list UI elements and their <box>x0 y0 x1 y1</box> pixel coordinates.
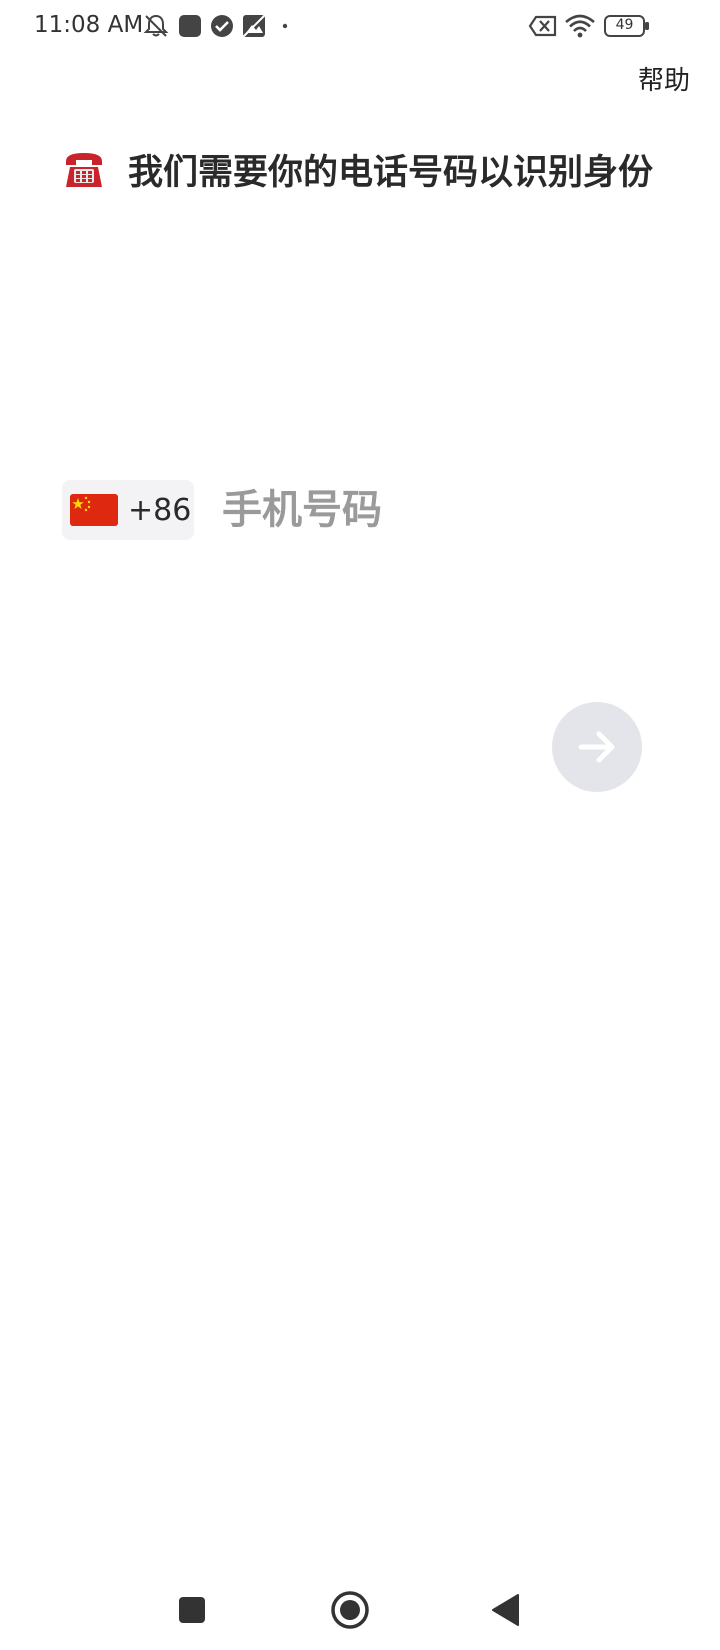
status-time: 11:08 AM <box>34 12 144 38</box>
image-notification-icon <box>243 15 265 37</box>
system-nav-bar <box>0 1570 720 1650</box>
next-button[interactable] <box>552 702 642 792</box>
back-button[interactable] <box>482 1586 530 1634</box>
phone-number-input[interactable] <box>222 480 622 540</box>
prompt-title-row: 我们需要你的电话号码以识别身份 <box>62 144 682 194</box>
country-code-selector[interactable]: +86 <box>62 480 194 540</box>
telephone-icon <box>66 153 102 187</box>
home-circle-icon <box>331 1591 369 1629</box>
china-flag-icon <box>70 494 118 526</box>
check-circle-icon <box>211 15 233 37</box>
battery-icon: 49 <box>604 14 649 38</box>
wifi-icon <box>565 14 595 38</box>
help-button[interactable]: 帮助 <box>638 60 690 97</box>
page-title: 我们需要你的电话号码以识别身份 <box>128 152 654 193</box>
back-triangle-icon <box>492 1594 519 1626</box>
arrow-right-icon <box>578 731 615 763</box>
app-notification-icon <box>179 15 201 37</box>
home-button[interactable] <box>326 1586 374 1634</box>
country-code-label: +86 <box>128 492 192 528</box>
silent-mode-icon <box>143 14 169 37</box>
recents-button[interactable] <box>168 1586 216 1634</box>
status-bar: 11:08 AM 49 <box>0 0 720 56</box>
recents-square-icon <box>179 1597 205 1623</box>
dot-icon <box>282 23 288 29</box>
no-sim-icon <box>528 15 557 37</box>
battery-level: 49 <box>615 17 634 33</box>
